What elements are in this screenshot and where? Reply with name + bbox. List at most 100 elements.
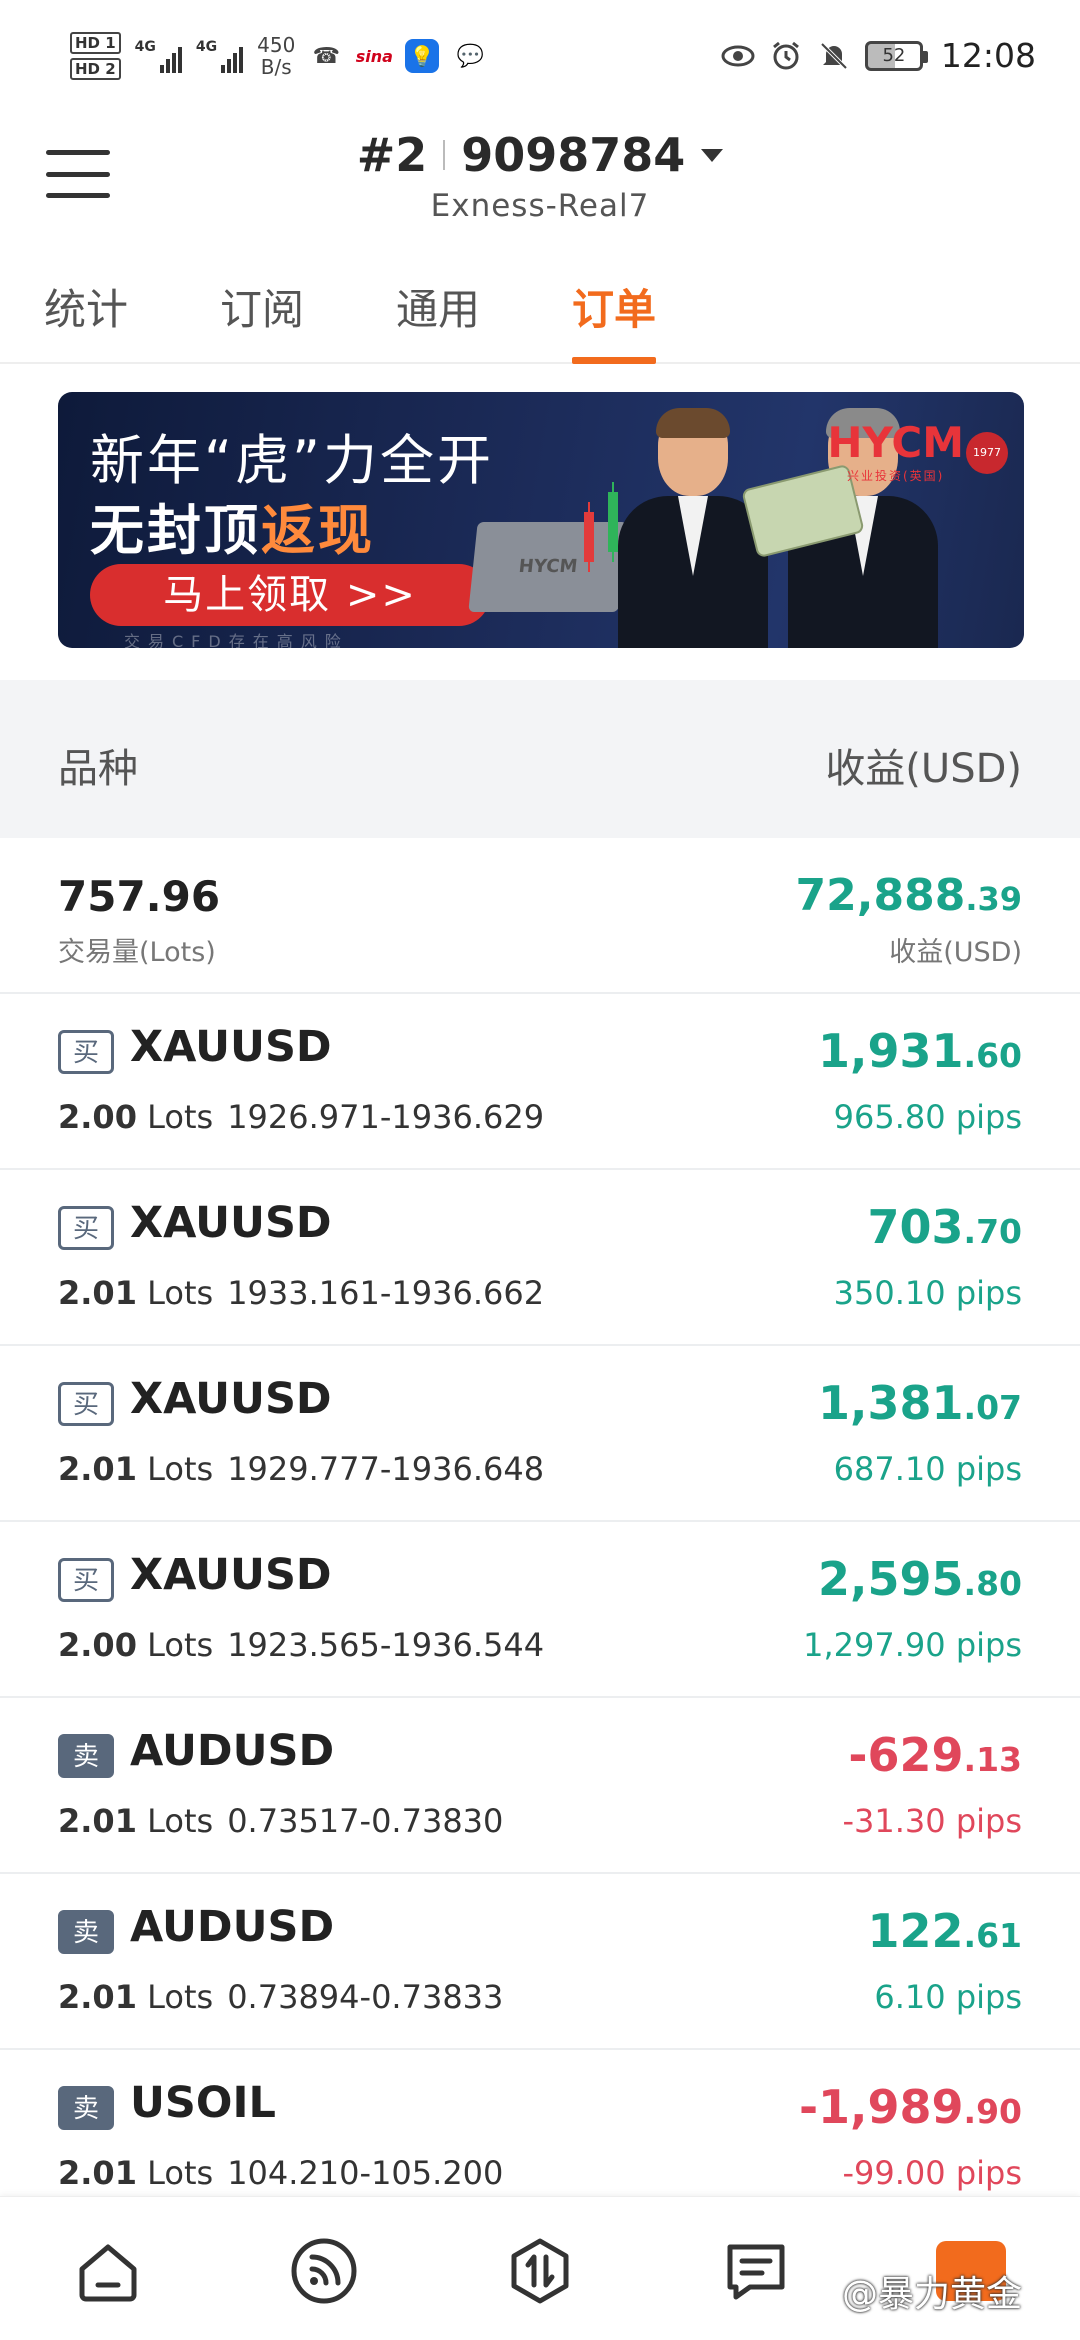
lightbulb-icon: 💡: [405, 39, 440, 73]
signal2-label: 4G: [195, 39, 218, 55]
hycm-logo-subtitle: 兴业投资(英国): [846, 469, 945, 483]
order-lots-unit: Lots: [147, 1274, 214, 1312]
order-lots: 2.01: [58, 1802, 137, 1840]
sina-label: sina: [355, 46, 393, 66]
order-row[interactable]: 卖 AUDUSD 2.01 Lots 0.73517-0.73830 -629.1…: [0, 1698, 1080, 1874]
order-lots: 2.00: [58, 1626, 137, 1664]
order-profit: -629.13: [848, 1728, 1022, 1782]
signal-icon: 4G: [135, 39, 182, 73]
tab-general[interactable]: 通用: [396, 276, 480, 364]
hycm-logo-text: HYCM: [827, 418, 964, 467]
order-symbol: AUDUSD: [130, 1902, 335, 1952]
signal-icon: 4G: [195, 39, 244, 73]
banner-risk-note: 交易CFD存在高风险: [124, 632, 349, 648]
order-row[interactable]: 买 XAUUSD 2.01 Lots 1933.161-1936.662 703.…: [0, 1170, 1080, 1346]
network-speed: 450 B/s: [257, 34, 295, 78]
account-prefix: #2: [356, 128, 428, 182]
clock: 12:08: [940, 36, 1036, 75]
buy-badge: 买: [58, 1030, 114, 1074]
banner-claim-button[interactable]: 马上领取 >>: [90, 564, 490, 626]
order-pips: -31.30 pips: [842, 1802, 1022, 1840]
hd-indicator: HD 1 HD 2: [70, 32, 121, 80]
home-icon[interactable]: [70, 2233, 146, 2309]
order-row[interactable]: 买 XAUUSD 2.00 Lots 1923.565-1936.544 2,59…: [0, 1522, 1080, 1698]
order-profit-decimal: .60: [963, 1036, 1022, 1075]
order-symbol: USOIL: [130, 2078, 276, 2128]
order-pips: 1,297.90 pips: [803, 1626, 1022, 1664]
order-lots-unit: Lots: [147, 1978, 214, 2016]
tab-statistics[interactable]: 统计: [44, 276, 128, 364]
order-pips: 687.10 pips: [833, 1450, 1022, 1488]
order-profit: 1,931.60: [818, 1024, 1022, 1078]
order-prices: 1933.161-1936.662: [227, 1274, 545, 1312]
summary-row: 757.96 交易量(Lots) 72,888.39 收益(USD): [0, 838, 1080, 994]
divider: [443, 140, 446, 170]
sell-badge: 卖: [58, 2086, 114, 2130]
order-lots-unit: Lots: [147, 1450, 214, 1488]
buy-badge: 买: [58, 1206, 114, 1250]
seal-badge: 1977: [966, 432, 1008, 474]
total-profit-label: 收益(USD): [889, 937, 1022, 968]
total-profit-decimal: .39: [965, 880, 1022, 918]
order-detail: 2.01 Lots 1933.161-1936.662: [58, 1274, 544, 1312]
status-bar: HD 1 HD 2 4G 4G 450 B/s ☎ sina 💡 💬 52 12…: [0, 0, 1080, 120]
order-detail: 2.01 Lots 0.73894-0.73833: [58, 1978, 503, 2016]
order-prices: 1929.777-1936.648: [227, 1450, 545, 1488]
sina-icon: sina: [355, 39, 393, 73]
laptop-logo: HYCM: [517, 556, 579, 577]
total-lots-label: 交易量(Lots): [58, 937, 216, 968]
order-profit-decimal: .70: [963, 1212, 1022, 1251]
table-header: 品种 收益(USD): [0, 680, 1080, 838]
trade-icon[interactable]: [502, 2233, 578, 2309]
tab-subscription[interactable]: 订阅: [220, 276, 304, 364]
order-row[interactable]: 买 XAUUSD 2.00 Lots 1926.971-1936.629 1,93…: [0, 994, 1080, 1170]
order-symbol: XAUUSD: [130, 1198, 332, 1248]
hycm-logo: HYCM 兴业投资(英国): [827, 418, 964, 484]
tab-bar: 统计 订阅 通用 订单: [0, 262, 1080, 364]
order-profit-integer: -629: [848, 1728, 964, 1782]
order-detail: 2.01 Lots 1929.777-1936.648: [58, 1450, 544, 1488]
battery-level: 52: [882, 44, 906, 66]
order-lots-unit: Lots: [147, 1626, 214, 1664]
eye-icon: [721, 39, 755, 73]
signal-icon[interactable]: [286, 2233, 362, 2309]
order-pips: 965.80 pips: [833, 1098, 1022, 1136]
banner-subheadline-b: 返现: [261, 499, 375, 562]
order-profit-integer: 122: [867, 1904, 964, 1958]
chat-icon: 💬: [456, 43, 485, 69]
order-detail: 2.01 Lots 0.73517-0.73830: [58, 1802, 503, 1840]
messages-icon[interactable]: [718, 2233, 794, 2309]
account-number: 9098784: [461, 128, 686, 182]
order-profit-decimal: .07: [963, 1388, 1022, 1427]
order-prices: 104.210-105.200: [227, 2154, 504, 2192]
mute-icon: [817, 39, 851, 73]
column-symbol-header: 品种: [58, 746, 138, 792]
order-lots: 2.01: [58, 1274, 137, 1312]
order-prices: 0.73517-0.73830: [227, 1802, 504, 1840]
sell-badge: 卖: [58, 1734, 114, 1778]
buy-badge: 买: [58, 1558, 114, 1602]
order-row[interactable]: 卖 AUDUSD 2.01 Lots 0.73894-0.73833 122.61…: [0, 1874, 1080, 2050]
account-selector[interactable]: #2 9098784 Exness-Real7: [0, 128, 1080, 224]
person-image-left: [618, 408, 768, 648]
order-symbol: XAUUSD: [130, 1550, 332, 1600]
column-profit-header: 收益(USD): [825, 746, 1022, 792]
battery-icon: 52: [864, 40, 928, 71]
order-pips: 350.10 pips: [833, 1274, 1022, 1312]
order-profit-decimal: .13: [963, 1740, 1022, 1779]
caret-down-icon: [701, 148, 724, 162]
order-row[interactable]: 买 XAUUSD 2.01 Lots 1929.777-1936.648 1,38…: [0, 1346, 1080, 1522]
order-lots-unit: Lots: [147, 1802, 214, 1840]
tab-orders[interactable]: 订单: [572, 276, 657, 364]
order-profit-integer: -1,989: [798, 2080, 964, 2134]
order-profit-integer: 2,595: [818, 1552, 964, 1606]
order-lots: 2.00: [58, 1098, 137, 1136]
order-prices: 1926.971-1936.629: [227, 1098, 545, 1136]
watermark: @暴力黄金: [842, 2274, 1023, 2315]
order-profit-decimal: .61: [963, 1916, 1022, 1955]
banner-headline: 新年“虎”力全开: [90, 429, 494, 492]
hd1-label: HD 1: [70, 32, 121, 54]
promo-banner[interactable]: 新年“虎”力全开 无封顶返现 马上领取 >> 交易CFD存在高风险 HYCM H…: [58, 392, 1024, 648]
order-profit: 703.70: [868, 1200, 1023, 1254]
order-detail: 2.00 Lots 1923.565-1936.544: [58, 1626, 544, 1664]
